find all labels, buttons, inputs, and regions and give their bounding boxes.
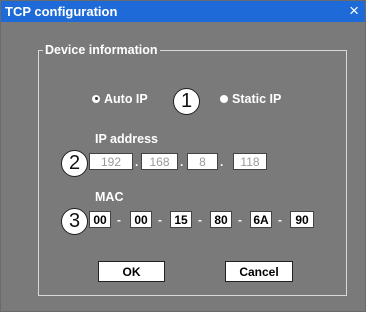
static-ip-label: Static IP xyxy=(232,92,282,106)
callout-1: 1 xyxy=(173,88,200,115)
callout-2: 2 xyxy=(61,150,88,177)
static-ip-radio[interactable]: Static IP xyxy=(220,91,281,107)
group-legend: Device information xyxy=(43,42,160,58)
mac-separator: - xyxy=(158,213,162,227)
mac-byte-5[interactable]: 6A xyxy=(250,211,272,228)
mac-byte-6[interactable]: 90 xyxy=(290,211,314,228)
auto-ip-label: Auto IP xyxy=(104,92,148,106)
mac-separator: - xyxy=(117,213,121,227)
mac-separator: - xyxy=(238,213,242,227)
mac-byte-3[interactable]: 15 xyxy=(170,211,192,228)
cancel-button[interactable]: Cancel xyxy=(225,261,293,282)
mac-byte-4[interactable]: 80 xyxy=(210,211,232,228)
mac-byte-1[interactable]: 00 xyxy=(89,211,111,228)
window-title: TCP configuration xyxy=(5,4,118,19)
ip-address-label: IP address xyxy=(95,132,159,146)
radio-selected-icon xyxy=(92,94,100,103)
auto-ip-radio[interactable]: Auto IP xyxy=(92,91,148,107)
ip-octet-4[interactable]: 118 xyxy=(233,153,267,170)
mac-byte-2[interactable]: 00 xyxy=(130,211,152,228)
callout-3: 3 xyxy=(61,208,88,235)
ip-octet-1[interactable]: 192 xyxy=(89,153,133,170)
mac-separator: - xyxy=(198,213,202,227)
mac-separator: - xyxy=(278,213,282,227)
ip-separator: . xyxy=(135,155,139,169)
title-bar: TCP configuration × xyxy=(1,1,365,22)
ip-separator: . xyxy=(180,155,184,169)
ok-button[interactable]: OK xyxy=(98,261,165,282)
ip-octet-3[interactable]: 8 xyxy=(187,153,218,170)
mac-label: MAC xyxy=(95,190,124,204)
tcp-configuration-dialog: TCP configuration × Device information A… xyxy=(0,0,366,312)
device-information-group: Device information xyxy=(38,42,347,296)
close-icon[interactable]: × xyxy=(349,1,359,21)
ip-octet-2[interactable]: 168 xyxy=(141,153,178,170)
radio-unselected-icon xyxy=(220,94,228,103)
ip-separator: . xyxy=(220,155,224,169)
